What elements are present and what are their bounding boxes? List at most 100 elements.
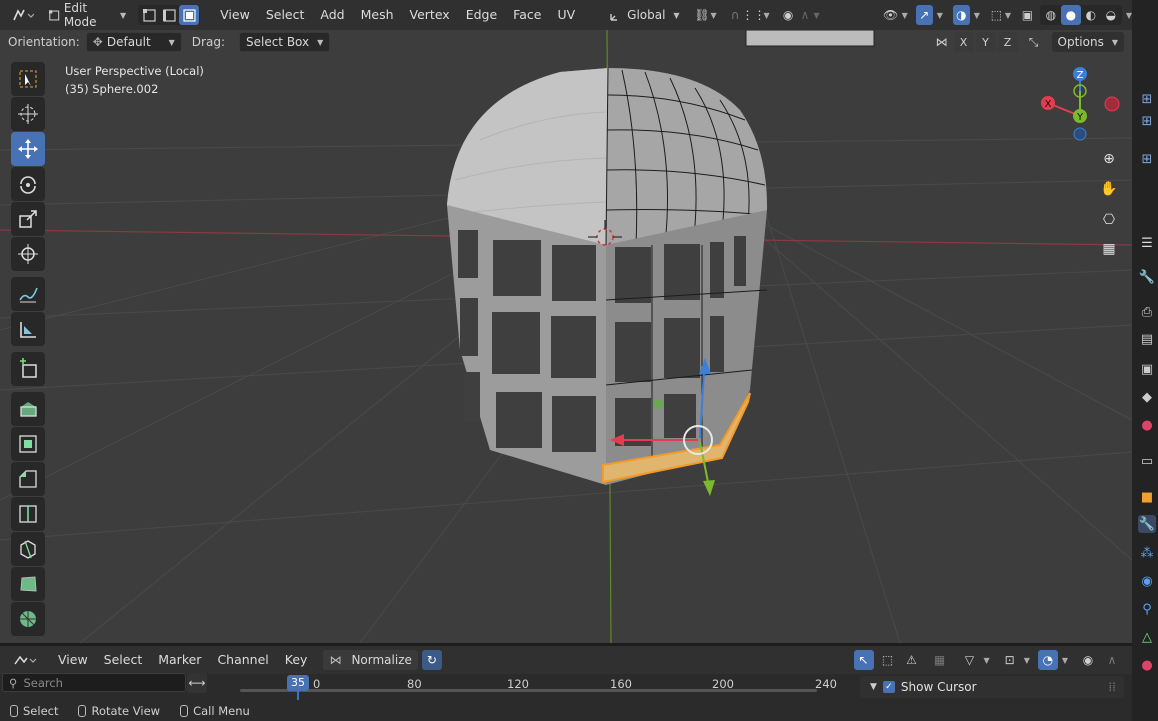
show-cursor-checkbox[interactable]: ✓ <box>882 681 895 693</box>
gizmo-neg-z-icon[interactable] <box>1073 127 1087 141</box>
outliner-object-icon[interactable]: ⊞ <box>1138 112 1156 130</box>
snap-target-icon[interactable]: ⋮⋮ <box>742 5 766 25</box>
menu-mesh[interactable]: Mesh <box>353 4 402 26</box>
material-shading-icon[interactable]: ◐ <box>1081 5 1101 25</box>
face-select-icon[interactable] <box>179 5 200 25</box>
menu-face[interactable]: Face <box>505 4 549 26</box>
measure-tool-icon[interactable] <box>11 312 45 346</box>
swap-icon[interactable]: ⟷ <box>187 673 207 693</box>
properties-header-icon[interactable]: ☰ <box>1138 234 1156 252</box>
axis-z-toggle[interactable]: Z <box>997 32 1018 52</box>
menu-uv[interactable]: UV <box>549 4 583 26</box>
current-frame-indicator[interactable]: 35 <box>287 675 309 691</box>
navigation-gizmo[interactable]: Z X Y <box>1036 66 1126 142</box>
menu-add[interactable]: Add <box>312 4 352 26</box>
ghost-curves-icon[interactable]: ▦ <box>930 650 950 670</box>
physics-properties-icon[interactable]: ◉ <box>1138 572 1156 590</box>
timeline-menu-select[interactable]: Select <box>96 649 151 671</box>
cursor-tool-icon[interactable] <box>11 97 45 131</box>
menu-edge[interactable]: Edge <box>458 4 505 26</box>
rotate-tool-icon[interactable] <box>11 167 45 201</box>
gizmo-icon[interactable]: ↗ <box>915 5 933 25</box>
modifier-properties-icon[interactable]: 🔧 <box>1138 515 1156 533</box>
gizmo-neg-x-icon[interactable] <box>1104 96 1120 112</box>
visibility-icon[interactable]: 👁 <box>880 5 902 25</box>
tool-properties-icon[interactable]: 🔧 <box>1138 268 1156 286</box>
timeline-menu-view[interactable]: View <box>50 649 96 671</box>
inset-tool-icon[interactable] <box>11 427 45 461</box>
mesh-edit-overlay-icon[interactable]: ⬚ <box>988 5 1005 25</box>
overlay-icon[interactable]: ◑ <box>952 5 970 25</box>
auto-merge-icon[interactable]: ⤡ <box>1024 32 1044 52</box>
loop-cut-tool-icon[interactable] <box>11 497 45 531</box>
menu-select[interactable]: Select <box>258 4 313 26</box>
wireframe-shading-icon[interactable]: ◍ <box>1041 5 1061 25</box>
move-tool-icon[interactable] <box>11 132 45 166</box>
knife-tool-icon[interactable] <box>11 532 45 566</box>
render-properties-icon[interactable]: ⎙ <box>1138 303 1156 321</box>
errors-only-icon[interactable]: ⚠ <box>902 650 922 670</box>
channel-search-input[interactable]: ⚲ Search <box>2 673 186 692</box>
timeline-menu-key[interactable]: Key <box>277 649 316 671</box>
extrude-tool-icon[interactable] <box>11 392 45 426</box>
transform-orientation-dropdown[interactable]: Global ▼ <box>603 5 686 25</box>
orientation-dropdown[interactable]: ✥ Default ▼ <box>85 32 182 52</box>
spin-tool-icon[interactable] <box>11 602 45 636</box>
pivot-icon[interactable]: ⛓ <box>694 5 711 25</box>
outliner-mesh-icon[interactable]: ⊞ <box>1138 150 1156 168</box>
pan-hand-icon[interactable]: ✋ <box>1096 176 1122 202</box>
outliner-collection-icon[interactable]: ⊞ <box>1138 90 1156 108</box>
constraints-properties-icon[interactable]: ⚲ <box>1138 600 1156 618</box>
drag-handle-icon[interactable]: ⁞⁞ <box>1108 680 1116 694</box>
editor-type-icon[interactable] <box>10 5 35 25</box>
data-properties-icon[interactable]: △ <box>1138 628 1156 646</box>
object-properties-icon[interactable]: ■ <box>1138 488 1156 506</box>
menu-vertex[interactable]: Vertex <box>402 4 458 26</box>
falloff-icon[interactable]: ∧ <box>797 5 814 25</box>
poly-build-tool-icon[interactable] <box>11 567 45 601</box>
bevel-tool-icon[interactable] <box>11 462 45 496</box>
rendered-shading-icon[interactable]: ◒ <box>1101 5 1121 25</box>
panel-collapse-icon[interactable]: ▼ <box>870 682 877 692</box>
scene-properties-icon[interactable]: ◆ <box>1138 388 1156 406</box>
3d-viewport[interactable]: Orientation: ✥ Default ▼ Drag: Select Box… <box>0 30 1132 643</box>
particles-properties-icon[interactable]: ⁂ <box>1138 544 1156 562</box>
drag-dropdown[interactable]: Select Box ▼ <box>238 32 331 52</box>
mode-dropdown[interactable]: Edit Mode ▼ <box>43 1 133 29</box>
pivot-point-icon[interactable]: ⊡ <box>1000 650 1020 670</box>
show-hidden-icon[interactable]: ⬚ <box>878 650 898 670</box>
mirror-icon[interactable]: ⋈ <box>932 32 952 52</box>
vertex-select-icon[interactable] <box>139 5 159 25</box>
filter-icon[interactable]: ▽ <box>960 650 980 670</box>
timeline-proportional-icon[interactable]: ◉ <box>1078 650 1098 670</box>
output-properties-icon[interactable]: ▤ <box>1138 330 1156 348</box>
perspective-grid-icon[interactable]: ▦ <box>1096 236 1122 262</box>
add-cube-tool-icon[interactable] <box>11 352 45 386</box>
select-box-tool-icon[interactable] <box>11 62 45 96</box>
timeline-menu-channel[interactable]: Channel <box>209 649 276 671</box>
timeline-editor-type-icon[interactable] <box>10 650 40 670</box>
zoom-icon[interactable]: ⊕ <box>1096 146 1122 172</box>
edge-select-icon[interactable] <box>159 5 179 25</box>
options-dropdown[interactable]: Options ▼ <box>1051 32 1124 52</box>
view-layer-icon[interactable]: ▣ <box>1138 360 1156 378</box>
world-properties-icon[interactable]: ● <box>1138 416 1156 434</box>
show-cursor-panel[interactable]: ▼ ✓ Show Cursor ⁞⁞ <box>860 676 1124 698</box>
timeline-falloff-icon[interactable]: ∧ <box>1102 650 1122 670</box>
camera-view-icon[interactable]: ⎔ <box>1096 207 1122 233</box>
timeline-menu-marker[interactable]: Marker <box>150 649 209 671</box>
collection-properties-icon[interactable]: ▭ <box>1138 452 1156 470</box>
xray-icon[interactable]: ▣ <box>1019 5 1036 25</box>
annotate-tool-icon[interactable] <box>11 277 45 311</box>
axis-x-toggle[interactable]: X <box>953 32 974 52</box>
only-selected-icon[interactable]: ↖ <box>853 650 874 670</box>
auto-normalize-icon[interactable]: ↻ <box>421 650 442 670</box>
solid-shading-icon[interactable]: ● <box>1060 5 1081 25</box>
menu-view[interactable]: View <box>212 4 258 26</box>
proportional-icon[interactable]: ◉ <box>780 5 797 25</box>
scale-tool-icon[interactable] <box>11 202 45 236</box>
material-properties-icon[interactable]: ● <box>1138 656 1156 674</box>
axis-y-toggle[interactable]: Y <box>975 32 996 52</box>
transform-tool-icon[interactable] <box>11 237 45 271</box>
timeline-snap-icon[interactable]: ◔ <box>1037 650 1058 670</box>
